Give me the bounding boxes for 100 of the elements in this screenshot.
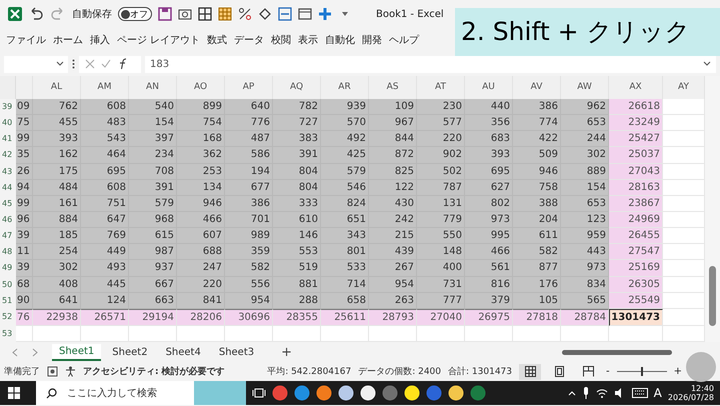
keyboard-icon[interactable] bbox=[632, 388, 648, 398]
table-cell: 466 bbox=[465, 244, 513, 260]
autosave-toggle[interactable]: オフ bbox=[118, 7, 152, 21]
table-cell: 546 bbox=[321, 180, 369, 196]
row-header[interactable]: 48 bbox=[0, 244, 16, 260]
chevron-up-icon[interactable] bbox=[568, 390, 576, 396]
column-header[interactable]: AQ bbox=[273, 76, 321, 99]
app-icon[interactable] bbox=[448, 385, 464, 401]
microphone-icon[interactable] bbox=[582, 387, 590, 399]
table-cell: 751 bbox=[81, 196, 129, 212]
table-cell: 802 bbox=[465, 196, 513, 212]
zoom-out-button[interactable]: - bbox=[606, 366, 610, 377]
row-header[interactable]: 47 bbox=[0, 228, 16, 244]
row-header[interactable]: 40 bbox=[0, 115, 16, 132]
row-header[interactable]: 51 bbox=[0, 292, 16, 309]
table-cell: 194 bbox=[225, 164, 273, 180]
row-header[interactable]: 44 bbox=[0, 180, 16, 196]
table-cell: 333 bbox=[273, 196, 321, 212]
row-header[interactable]: 41 bbox=[0, 131, 16, 148]
row-header[interactable]: 50 bbox=[0, 276, 16, 293]
row-header[interactable]: 46 bbox=[0, 212, 16, 228]
save-icon[interactable] bbox=[158, 7, 172, 21]
accessibility-icon[interactable] bbox=[65, 366, 76, 377]
menu-item[interactable]: ヘルプ bbox=[389, 33, 420, 47]
column-header[interactable]: AP bbox=[225, 76, 273, 99]
wifi-icon[interactable] bbox=[596, 388, 608, 398]
menu-item[interactable]: ファイル bbox=[6, 33, 46, 47]
accessibility-status[interactable]: アクセシビリティ: 検討が必要です bbox=[83, 365, 225, 378]
macro-record-icon[interactable] bbox=[47, 366, 58, 377]
row-header[interactable]: 49 bbox=[0, 260, 16, 277]
windows-logo-icon[interactable] bbox=[8, 387, 20, 399]
app-icon[interactable] bbox=[338, 385, 354, 401]
menu-item[interactable]: 自動化 bbox=[325, 33, 356, 47]
menu-item[interactable]: データ bbox=[234, 33, 264, 47]
table-cell: 26618 bbox=[609, 99, 663, 116]
column-header[interactable]: AM bbox=[81, 76, 129, 99]
video-caption: 2. Shift + クリック bbox=[455, 8, 720, 56]
row-header[interactable]: 42 bbox=[0, 147, 16, 164]
cross-icon[interactable] bbox=[318, 7, 332, 21]
table-cell: 889 bbox=[561, 164, 609, 180]
column-header[interactable]: AO bbox=[177, 76, 225, 99]
sheet-tab[interactable]: Sheet3 bbox=[212, 344, 262, 360]
zoom-in-button[interactable]: + bbox=[674, 366, 682, 377]
menu-item[interactable]: ホーム bbox=[53, 33, 83, 47]
chevron-down-icon[interactable] bbox=[56, 61, 64, 67]
menu-item[interactable]: 表示 bbox=[298, 33, 318, 47]
sheet-tab[interactable]: Sheet2 bbox=[105, 344, 155, 360]
table-cell: 27547 bbox=[609, 244, 663, 260]
percent-icon[interactable] bbox=[238, 7, 252, 21]
chevron-down-icon[interactable] bbox=[703, 61, 711, 67]
camera-icon[interactable] bbox=[178, 7, 192, 21]
formula-input[interactable]: 183 bbox=[145, 56, 716, 72]
menu-item[interactable]: 数式 bbox=[207, 33, 228, 47]
column-header[interactable]: AV bbox=[513, 76, 561, 99]
normal-view-button[interactable] bbox=[519, 364, 541, 380]
column-header[interactable]: AL bbox=[33, 76, 81, 99]
column-header[interactable]: AR bbox=[321, 76, 369, 99]
table-cell: 99 bbox=[16, 131, 33, 148]
table-cell: 872 bbox=[369, 147, 417, 164]
menu-item[interactable]: 開発 bbox=[362, 33, 382, 47]
table-icon[interactable] bbox=[218, 7, 232, 21]
table-cell: 881 bbox=[273, 276, 321, 293]
column-header[interactable]: AU bbox=[465, 76, 513, 99]
vertical-scrollbar[interactable] bbox=[705, 76, 720, 342]
chevron-left-icon[interactable] bbox=[12, 348, 18, 356]
column-header[interactable]: AX bbox=[609, 76, 663, 99]
table-cell: 641 bbox=[33, 292, 81, 309]
app-icon[interactable] bbox=[360, 385, 376, 401]
align-icon[interactable] bbox=[278, 7, 292, 21]
ime-indicator[interactable]: A bbox=[654, 386, 662, 400]
menu-item[interactable]: ページ レイアウト bbox=[117, 33, 200, 47]
chevron-right-icon[interactable] bbox=[32, 348, 38, 356]
menu-item[interactable]: 挿入 bbox=[90, 33, 110, 47]
row-header[interactable]: 53 bbox=[0, 326, 16, 342]
sheet-tab[interactable]: Sheet4 bbox=[158, 344, 208, 360]
more-options-icon[interactable] bbox=[72, 59, 75, 69]
row-header[interactable]: 43 bbox=[0, 164, 16, 180]
column-header[interactable]: AW bbox=[561, 76, 609, 99]
row-header[interactable]: 39 bbox=[0, 99, 16, 116]
row-header[interactable]: 45 bbox=[0, 196, 16, 212]
clock-time[interactable]: 12:40 bbox=[690, 384, 714, 393]
column-header[interactable]: AS bbox=[369, 76, 417, 99]
task-view-icon[interactable] bbox=[252, 387, 266, 399]
clock-date[interactable]: 2026/07/28 bbox=[668, 393, 714, 402]
function-icon[interactable] bbox=[117, 58, 129, 70]
grid-icon[interactable] bbox=[198, 7, 212, 21]
check-icon[interactable] bbox=[101, 59, 111, 69]
column-header[interactable]: AT bbox=[417, 76, 465, 99]
app-icon[interactable] bbox=[316, 385, 332, 401]
column-header[interactable]: AY bbox=[663, 76, 705, 99]
table-cell: 25037 bbox=[609, 147, 663, 164]
add-sheet-button[interactable]: + bbox=[275, 344, 298, 360]
app-icon[interactable] bbox=[404, 385, 420, 401]
page-icon bbox=[554, 366, 564, 377]
column-header[interactable]: AN bbox=[129, 76, 177, 99]
table-cell: 267 bbox=[369, 260, 417, 277]
sheet-tab[interactable]: Sheet1 bbox=[52, 344, 102, 360]
menu-item[interactable]: 校閲 bbox=[271, 33, 292, 47]
row-header[interactable]: 52 bbox=[0, 308, 16, 326]
taskbar-search-field[interactable]: ここに入力して検索 bbox=[36, 381, 246, 405]
